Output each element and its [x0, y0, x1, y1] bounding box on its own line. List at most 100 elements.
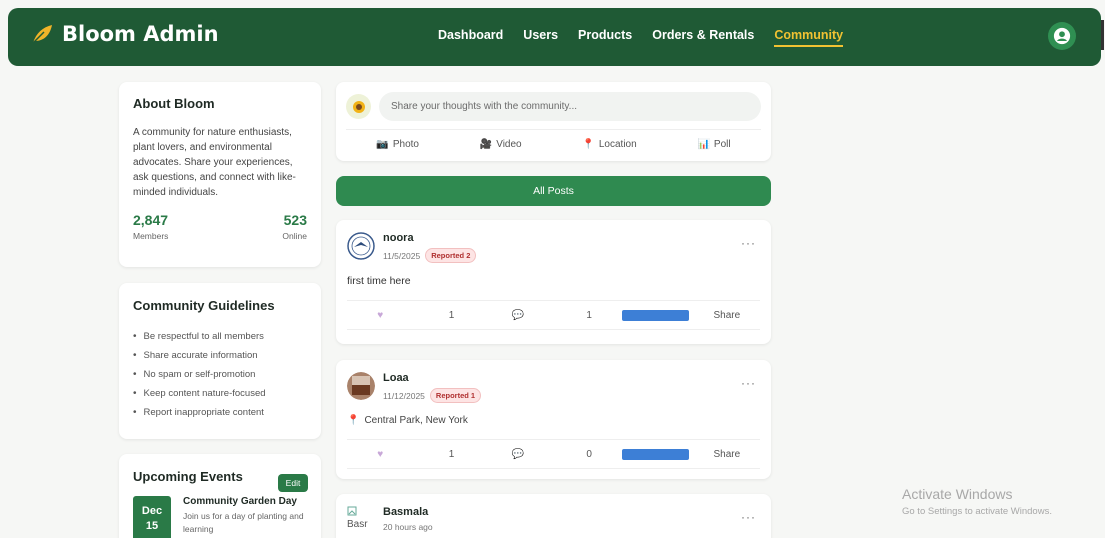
location-text: Central Park, New York	[364, 415, 468, 426]
guideline-item: Be respectful to all members	[133, 327, 307, 346]
main-nav: Dashboard Users Products Orders & Rental…	[438, 28, 844, 47]
members-count: 2,847	[133, 212, 169, 228]
watermark-title: Activate Windows	[902, 486, 1013, 502]
windows-activation-watermark: Activate Windows Go to Settings to activ…	[902, 486, 1052, 517]
broken-avatar-image[interactable]: Basr	[347, 506, 375, 534]
post-date: 11/12/2025	[383, 390, 425, 401]
nav-community[interactable]: Community	[774, 28, 844, 47]
about-description: A community for nature enthusiasts, plan…	[133, 127, 296, 198]
broken-image-icon	[347, 506, 357, 516]
guideline-item: Share accurate information	[133, 346, 307, 365]
nav-orders-rentals[interactable]: Orders & Rentals	[652, 28, 754, 47]
nav-products[interactable]: Products	[578, 28, 632, 47]
location-button[interactable]: 📍 Location	[582, 139, 636, 150]
post-actions: ♥ 1 💬 1 Share	[347, 300, 760, 330]
nav-dashboard[interactable]: Dashboard	[438, 28, 503, 47]
avatar-alt-text: Basr	[347, 519, 368, 530]
profile-button[interactable]	[1048, 22, 1076, 50]
post-avatar[interactable]	[347, 232, 375, 260]
comment-button[interactable]: 💬 1	[485, 310, 623, 321]
poll-label: Poll	[713, 139, 731, 150]
post-card: Loaa 11/12/2025 Reported 1 ··· 📍 Central…	[336, 360, 771, 479]
user-photo-icon	[347, 372, 375, 400]
like-button[interactable]: ♥ 1	[347, 310, 485, 321]
watermark-subtitle: Go to Settings to activate Windows.	[902, 506, 1052, 517]
location-pin-icon: 📍	[347, 415, 360, 426]
post-author[interactable]: noora	[383, 232, 476, 244]
reported-badge: Reported 1	[429, 388, 482, 403]
poll-icon: 📊	[697, 139, 710, 150]
post-date: 11/5/2025	[383, 250, 421, 261]
event-title: Community Garden Day	[183, 496, 297, 507]
event-info: Community Garden Day Join us for a day o…	[183, 496, 307, 538]
photo-label: Photo	[392, 139, 419, 150]
location-pin-icon: 📍	[582, 139, 595, 150]
comment-button[interactable]: 💬 0	[485, 449, 623, 460]
post-card: noora 11/5/2025 Reported 2 ··· first tim…	[336, 220, 771, 344]
leaf-icon	[32, 25, 52, 44]
composer-avatar	[346, 94, 371, 119]
guideline-item: No spam or self-promotion	[133, 365, 307, 384]
video-label: Video	[496, 139, 522, 150]
sunflower-icon	[352, 100, 365, 113]
share-button[interactable]: Share	[622, 448, 760, 460]
user-avatar-icon	[1053, 27, 1071, 45]
post-avatar[interactable]	[347, 372, 375, 400]
post-actions: ♥ 1 💬 0 Share	[347, 439, 760, 469]
event-item[interactable]: Dec 15 Community Garden Day Join us for …	[133, 496, 307, 538]
event-month: Dec	[141, 505, 163, 517]
post-location[interactable]: 📍 Central Park, New York	[347, 415, 760, 426]
online-stat: 523 Online	[282, 212, 307, 241]
post-menu-button[interactable]: ···	[741, 510, 756, 524]
like-button[interactable]: ♥ 1	[347, 449, 485, 460]
event-date-badge: Dec 15	[133, 496, 172, 538]
share-icon	[622, 309, 689, 321]
community-stats: 2,847 Members 523 Online	[133, 212, 307, 241]
brand-name: Bloom Admin	[62, 22, 219, 46]
post-menu-button[interactable]: ···	[741, 236, 756, 250]
share-button[interactable]: Share	[622, 309, 760, 321]
comment-count: 1	[586, 309, 592, 321]
brand-logo[interactable]: Bloom Admin	[30, 22, 219, 46]
all-posts-filter[interactable]: All Posts	[336, 176, 771, 206]
reported-badge: Reported 2	[425, 248, 477, 263]
guidelines-card: Community Guidelines Be respectful to al…	[119, 283, 321, 439]
online-count: 523	[283, 212, 307, 228]
post-menu-button[interactable]: ···	[741, 376, 756, 390]
members-stat: 2,847 Members	[133, 212, 168, 241]
window-edge	[1101, 20, 1104, 50]
comment-icon: 💬	[511, 448, 525, 460]
photo-icon: 📷	[376, 139, 389, 150]
nav-users[interactable]: Users	[523, 28, 558, 47]
composer-input[interactable]	[379, 92, 761, 121]
photo-button[interactable]: 📷 Photo	[376, 139, 419, 150]
edit-events-button[interactable]: Edit	[278, 474, 308, 492]
composer-actions: 📷 Photo 🎥 Video 📍 Location 📊 Poll	[346, 129, 761, 150]
like-count: 1	[448, 448, 455, 460]
video-icon: 🎥	[479, 139, 493, 150]
video-button[interactable]: 🎥 Video	[480, 139, 522, 150]
heart-icon: ♥	[377, 309, 384, 321]
like-count: 1	[448, 309, 455, 321]
comment-icon: 💬	[511, 309, 525, 321]
poll-button[interactable]: 📊 Poll	[697, 139, 730, 150]
post-composer: 📷Photo 🎥Video 📍Location 📊Poll	[336, 82, 771, 161]
guidelines-title: Community Guidelines	[133, 298, 275, 313]
online-label: Online	[282, 231, 307, 241]
bird-emblem-icon	[347, 232, 375, 260]
event-day: 15	[145, 520, 159, 532]
guideline-item: Report inappropriate content	[133, 403, 307, 422]
post-author[interactable]: Basmala	[383, 506, 433, 518]
members-label: Members	[133, 231, 169, 241]
post-date: 20 hours ago	[383, 522, 433, 532]
guideline-item: Keep content nature-focused	[133, 384, 307, 403]
post-author[interactable]: Loaa	[383, 372, 481, 384]
location-label: Location	[598, 139, 637, 150]
comment-count: 0	[586, 448, 592, 460]
top-navbar: Bloom Admin Dashboard Users Products Ord…	[8, 8, 1101, 66]
share-icon	[622, 448, 689, 460]
guidelines-list: Be respectful to all members Share accur…	[133, 327, 307, 422]
post-text: first time here	[347, 275, 411, 287]
heart-icon: ♥	[377, 448, 384, 460]
about-title: About Bloom	[133, 96, 215, 111]
